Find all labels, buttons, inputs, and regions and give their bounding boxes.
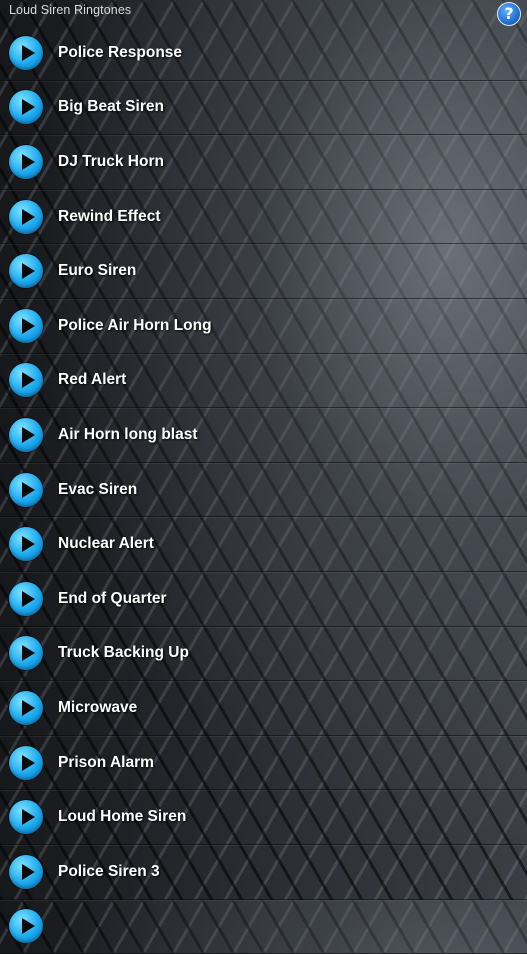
help-button[interactable]: ? [497, 2, 521, 26]
ringtone-label: Air Horn long blast [58, 426, 198, 444]
ringtone-label: Microwave [58, 699, 137, 717]
play-icon[interactable] [9, 90, 43, 124]
list-item[interactable]: Red Alert [0, 354, 527, 409]
list-item[interactable]: End of Quarter [0, 572, 527, 627]
play-icon[interactable] [9, 36, 43, 70]
play-icon[interactable] [9, 855, 43, 889]
ringtone-label: Evac Siren [58, 481, 137, 499]
play-icon[interactable] [9, 800, 43, 834]
ringtone-label: Police Air Horn Long [58, 317, 212, 335]
list-item[interactable]: DJ Truck Horn [0, 135, 527, 190]
play-icon[interactable] [9, 363, 43, 397]
ringtone-label: Truck Backing Up [58, 644, 189, 662]
list-item[interactable]: Microwave [0, 681, 527, 736]
ringtone-label: Prison Alarm [58, 754, 154, 772]
help-icon: ? [504, 6, 513, 22]
ringtone-label: DJ Truck Horn [58, 153, 164, 171]
play-icon[interactable] [9, 200, 43, 234]
list-item[interactable]: Air Horn long blast [0, 408, 527, 463]
play-icon[interactable] [9, 418, 43, 452]
ringtone-label: Rewind Effect [58, 208, 160, 226]
list-item[interactable]: Prison Alarm [0, 736, 527, 791]
list-item[interactable]: Big Beat Siren [0, 81, 527, 136]
play-icon[interactable] [9, 691, 43, 725]
list-item[interactable]: Evac Siren [0, 463, 527, 518]
play-icon[interactable] [9, 309, 43, 343]
ringtone-label: Big Beat Siren [58, 98, 164, 116]
ringtone-label: End of Quarter [58, 590, 167, 608]
list-item[interactable]: Euro Siren [0, 244, 527, 299]
play-icon[interactable] [9, 473, 43, 507]
ringtone-label: Nuclear Alert [58, 535, 154, 553]
list-item[interactable]: Police Siren 3 [0, 845, 527, 900]
play-icon[interactable] [9, 527, 43, 561]
ringtone-list: Police Response Big Beat Siren DJ Truck … [0, 26, 527, 954]
list-item[interactable]: Nuclear Alert [0, 517, 527, 572]
play-icon[interactable] [9, 636, 43, 670]
list-item[interactable]: Truck Backing Up [0, 627, 527, 682]
list-item[interactable]: Rewind Effect [0, 190, 527, 245]
list-item[interactable]: Police Response [0, 26, 527, 81]
play-icon[interactable] [9, 582, 43, 616]
play-icon[interactable] [9, 909, 43, 943]
ringtone-label: Euro Siren [58, 262, 136, 280]
play-icon[interactable] [9, 746, 43, 780]
list-item[interactable]: Police Air Horn Long [0, 299, 527, 354]
app-title: Loud Siren Ringtones [9, 3, 131, 17]
list-item[interactable] [0, 900, 527, 954]
ringtone-label: Police Response [58, 44, 182, 62]
title-bar: Loud Siren Ringtones ? [0, 0, 527, 24]
play-icon[interactable] [9, 254, 43, 288]
ringtone-label: Red Alert [58, 371, 126, 389]
ringtone-label: Police Siren 3 [58, 863, 160, 881]
play-icon[interactable] [9, 145, 43, 179]
ringtone-label: Loud Home Siren [58, 808, 186, 826]
list-item[interactable]: Loud Home Siren [0, 790, 527, 845]
